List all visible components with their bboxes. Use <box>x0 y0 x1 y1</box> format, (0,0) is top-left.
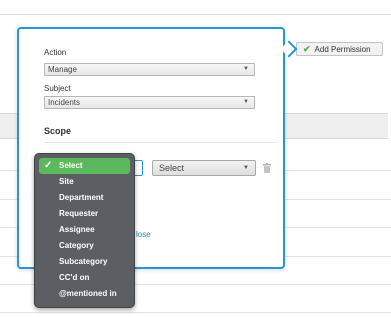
dropdown-option-label: Select <box>59 161 83 170</box>
action-value: Manage <box>48 65 77 74</box>
dropdown-option[interactable]: Department <box>39 190 130 206</box>
chevron-down-icon: ▼ <box>243 99 249 105</box>
scope-value-select[interactable]: Select ▼ <box>152 160 256 176</box>
chevron-down-icon: ▼ <box>243 165 249 171</box>
popover-arrow <box>280 40 298 58</box>
row-divider <box>0 312 391 313</box>
check-icon: ✔ <box>303 43 311 54</box>
dropdown-option-label: CC'd on <box>59 273 90 282</box>
dropdown-option[interactable]: Assignee <box>39 222 130 238</box>
dropdown-option-label: Requester <box>59 209 99 218</box>
scope-dropdown-list: ✓ Select Site Department Requester Assignee Ca… <box>34 153 135 308</box>
dropdown-option[interactable]: Category <box>39 238 130 254</box>
trash-icon[interactable] <box>263 163 271 173</box>
dropdown-option-label: Site <box>59 177 74 186</box>
dropdown-option-label: Assignee <box>59 225 95 234</box>
add-permission-button[interactable]: ✔ Add Permission <box>296 42 383 56</box>
add-permission-label: Add Permission <box>314 44 371 54</box>
dropdown-option[interactable]: CC'd on <box>39 270 130 286</box>
subject-select[interactable]: Incidents ▼ <box>44 96 255 109</box>
dropdown-option[interactable]: Requester <box>39 206 130 222</box>
dropdown-option-label: Department <box>59 193 104 202</box>
dropdown-option-label: Subcategory <box>59 257 108 266</box>
dropdown-option[interactable]: ✓ Select <box>39 158 130 174</box>
dropdown-option[interactable]: Subcategory <box>39 254 130 270</box>
row-divider <box>0 14 391 15</box>
scope-title: Scope <box>44 126 72 136</box>
scope-divider <box>44 142 277 143</box>
dropdown-option-label: @mentioned in <box>59 289 117 298</box>
dropdown-option[interactable]: @mentioned in <box>39 286 130 302</box>
check-icon: ✓ <box>44 160 53 171</box>
dropdown-option-label: Category <box>59 241 94 250</box>
action-label: Action <box>44 48 67 57</box>
scope-value-text: Select <box>159 163 185 173</box>
close-link[interactable]: lose <box>136 230 151 239</box>
dropdown-option[interactable]: Site <box>39 174 130 190</box>
subject-value: Incidents <box>48 98 81 107</box>
chevron-down-icon: ▼ <box>243 66 249 72</box>
action-select[interactable]: Manage ▼ <box>44 63 255 76</box>
subject-label: Subject <box>44 84 71 93</box>
